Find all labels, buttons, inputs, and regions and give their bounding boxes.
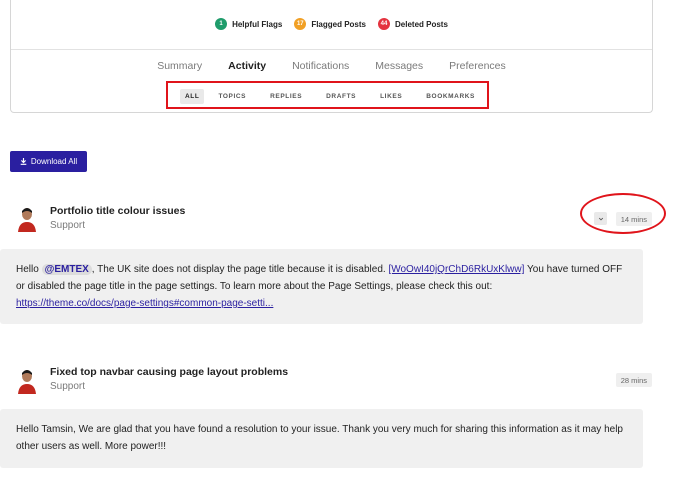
excerpt-link[interactable]: [WoOwI40jQrChD6RkUxKlww]: [388, 264, 524, 275]
main-tabs: Summary Activity Notifications Messages …: [11, 60, 652, 72]
stat-deleted-posts: 44 Deleted Posts: [378, 18, 448, 30]
stat-flagged-posts: 17 Flagged Posts: [294, 18, 366, 30]
post-title[interactable]: Portfolio title colour issues: [50, 205, 185, 217]
deleted-posts-label: Deleted Posts: [395, 19, 448, 29]
subtab-topics[interactable]: TOPICS: [213, 89, 251, 104]
user-stats: 1 Helpful Flags 17 Flagged Posts 44 Dele…: [11, 18, 652, 30]
stat-helpful-flags: 1 Helpful Flags: [215, 18, 282, 30]
post-title[interactable]: Fixed top navbar causing page layout pro…: [50, 366, 288, 378]
post-time-badge: 28 mins: [615, 373, 652, 387]
user-mention[interactable]: @EMTEX: [41, 264, 92, 275]
excerpt-text: , The UK site does not display the page …: [91, 264, 386, 275]
post-category[interactable]: Support: [50, 220, 85, 231]
post-excerpt: Hello @EMTEX, The UK site does not displ…: [0, 249, 643, 324]
post-excerpt: Hello Tamsin, We are glad that you have …: [0, 409, 643, 468]
download-all-label: Download All: [30, 157, 78, 166]
excerpt-text: Hello Tamsin, We are glad that you have …: [16, 424, 623, 452]
annotation-ellipse: [580, 193, 666, 234]
helpful-flags-count: 1: [215, 18, 228, 30]
page-settings-link[interactable]: https://theme.co/docs/page-settings#comm…: [16, 298, 273, 309]
subtab-replies[interactable]: REPLIES: [265, 89, 307, 104]
tab-preferences[interactable]: Preferences: [449, 60, 506, 72]
subtab-bookmarks[interactable]: BOOKMARKS: [421, 89, 480, 104]
subtab-drafts[interactable]: DRAFTS: [321, 89, 361, 104]
flagged-posts-label: Flagged Posts: [311, 19, 366, 29]
activity-sub-tabs: ALL TOPICS REPLIES DRAFTS LIKES BOOKMARK…: [180, 89, 480, 104]
avatar[interactable]: [16, 206, 38, 232]
deleted-posts-count: 44: [378, 18, 390, 30]
tab-activity[interactable]: Activity: [228, 60, 266, 72]
download-all-button[interactable]: Download All: [10, 151, 87, 172]
tab-notifications[interactable]: Notifications: [292, 60, 349, 72]
divider: [11, 49, 652, 50]
tab-summary[interactable]: Summary: [157, 60, 202, 72]
helpful-flags-label: Helpful Flags: [232, 19, 283, 29]
download-icon: [20, 158, 27, 165]
tab-messages[interactable]: Messages: [375, 60, 423, 72]
avatar[interactable]: [16, 368, 38, 394]
flagged-posts-count: 17: [294, 18, 307, 30]
subtab-likes[interactable]: LIKES: [375, 89, 407, 104]
subtab-all[interactable]: ALL: [180, 89, 205, 104]
excerpt-greeting: Hello: [16, 264, 39, 275]
post-category[interactable]: Support: [50, 381, 85, 392]
